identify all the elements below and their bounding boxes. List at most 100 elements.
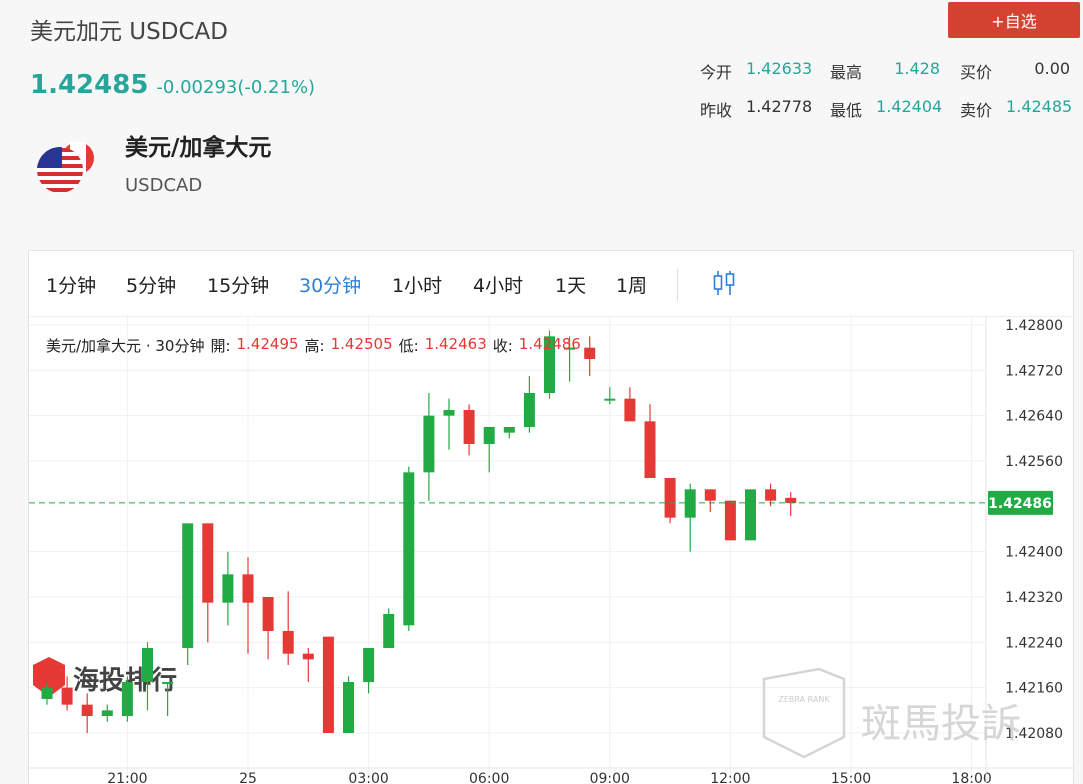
y-tick-label: 1.42400: [1005, 545, 1063, 561]
candle-body: [403, 472, 415, 626]
stat-label: 昨收: [700, 101, 733, 120]
candle-body: [724, 500, 736, 541]
candle-body: [423, 415, 435, 473]
tab-1day[interactable]: 1天: [555, 271, 586, 298]
stat-item: 今开 1.42633: [700, 59, 813, 83]
stat-value: 1.42778: [746, 97, 813, 116]
candlestick-chart[interactable]: 1.42800 1.42720 1.42640 1.42560 1.42400 1.423…: [29, 317, 1075, 784]
stat-label: 最高: [830, 63, 863, 82]
x-tick-label: 06:00: [469, 771, 509, 784]
watermark-right: 斑馬投訴: [861, 701, 1021, 747]
current-price-label: 1.42486: [988, 496, 1052, 512]
tab-1week[interactable]: 1周: [616, 271, 647, 298]
legend-close-label: 收:: [492, 337, 513, 355]
price-line: 1.42485 -0.00293(-0.21%): [30, 70, 315, 100]
y-tick-label: 1.42240: [1005, 635, 1063, 651]
candle-body: [463, 410, 475, 444]
legend-high: 1.42505: [330, 335, 393, 353]
candle-body: [222, 574, 234, 603]
candle-body: [242, 574, 254, 603]
tab-separator: [677, 269, 678, 301]
x-tick-label: 03:00: [348, 771, 388, 784]
zebra-shield-icon: [762, 667, 846, 759]
candle-body: [41, 687, 53, 699]
candle-body: [202, 523, 214, 603]
legend-high-label: 高:: [304, 337, 325, 355]
x-tick-label: 12:00: [710, 771, 750, 784]
current-price: 1.42485: [30, 70, 149, 100]
page-title: 美元加元 USDCAD: [30, 19, 228, 45]
stat-label: 买价: [960, 63, 993, 82]
stat-value: 1.42485: [1006, 97, 1073, 116]
candle-body: [684, 489, 696, 518]
pair-name: 美元/加拿大元: [125, 135, 272, 161]
stat-value: 0.00: [1034, 59, 1071, 78]
candlestick-icon[interactable]: [712, 269, 736, 297]
stat-item: 最高 1.428: [830, 59, 940, 83]
stat-value: 1.42633: [746, 59, 813, 78]
candle-body: [584, 347, 596, 359]
stats-row: 今开 1.42633 最高 1.428 买价 0.00: [700, 52, 1070, 90]
candle-body: [644, 421, 656, 478]
legend-open: 1.42495: [236, 335, 299, 353]
stat-item: 昨收 1.42778: [700, 97, 813, 121]
candle-body: [503, 427, 515, 433]
stats-row: 昨收 1.42778 最低 1.42404 卖价 1.42485: [700, 90, 1073, 128]
stat-item: 买价 0.00: [960, 59, 1070, 83]
legend-open-label: 開:: [210, 337, 231, 355]
candle-body: [704, 489, 716, 501]
candle-body: [282, 631, 294, 654]
candle-body: [765, 489, 777, 501]
tab-30min[interactable]: 30分钟: [299, 271, 361, 298]
candle-body: [483, 427, 495, 444]
y-tick-label: 1.42160: [1005, 681, 1063, 697]
tab-1min[interactable]: 1分钟: [46, 271, 96, 298]
x-tick-label: 21:00: [107, 771, 147, 784]
stat-item: 最低 1.42404: [830, 97, 943, 121]
candle-body: [664, 478, 676, 518]
us-ca-flag-icon: [37, 142, 94, 193]
tab-4hour[interactable]: 4小时: [473, 271, 523, 298]
candle-body: [785, 497, 797, 503]
price-change: -0.00293(-0.21%): [156, 77, 316, 98]
stat-item: 卖价 1.42485: [960, 97, 1073, 121]
tab-15min[interactable]: 15分钟: [207, 271, 269, 298]
chart-legend: 美元/加拿大元 · 30分钟 開: 1.42495 高: 1.42505 低: 1.4…: [46, 335, 581, 356]
tab-1hour[interactable]: 1小时: [392, 271, 442, 298]
y-tick-label: 1.42720: [1005, 363, 1063, 379]
chart-panel: 1分钟 5分钟 15分钟 30分钟 1小时 4小时 1天 1周 1.42800 1…: [28, 250, 1075, 784]
y-tick-label: 1.42320: [1005, 590, 1063, 606]
candle-body: [162, 682, 174, 684]
candle-body: [302, 653, 314, 660]
candle-body: [322, 636, 334, 733]
add-watchlist-button[interactable]: +自选: [948, 2, 1080, 38]
y-tick-label: 1.42560: [1005, 454, 1063, 470]
x-tick-label: 15:00: [831, 771, 871, 784]
candle-body: [604, 398, 616, 401]
stat-value: 1.42404: [876, 97, 943, 116]
watermark-badge: ZEBRA RANK: [778, 695, 830, 704]
stat-label: 卖价: [960, 101, 993, 120]
legend-low-label: 低:: [398, 337, 419, 355]
candle-body: [343, 682, 354, 733]
stat-value: 1.428: [894, 59, 941, 78]
y-tick-label: 1.42640: [1005, 409, 1063, 425]
legend-low: 1.42463: [424, 335, 487, 353]
candle-body: [523, 393, 535, 427]
y-tick-label: 1.42800: [1005, 318, 1063, 334]
candle-body: [624, 398, 636, 422]
legend-close: 1.42486: [518, 335, 581, 353]
candle-body: [101, 710, 113, 716]
quote-stats: 今开 1.42633 最高 1.428 买价 0.00 昨收 1.42778 最低 1.42404…: [700, 52, 1073, 128]
x-tick-label: 09:00: [590, 771, 630, 784]
candle-body: [121, 682, 133, 716]
candle-body: [61, 687, 73, 705]
tab-5min[interactable]: 5分钟: [126, 271, 176, 298]
stat-label: 最低: [830, 101, 863, 120]
x-tick-label: 25: [239, 771, 257, 784]
candle-body: [182, 523, 194, 648]
pair-code: USDCAD: [125, 175, 203, 196]
candle-body: [142, 648, 153, 682]
candle-body: [81, 704, 93, 716]
candle-body: [443, 410, 455, 416]
